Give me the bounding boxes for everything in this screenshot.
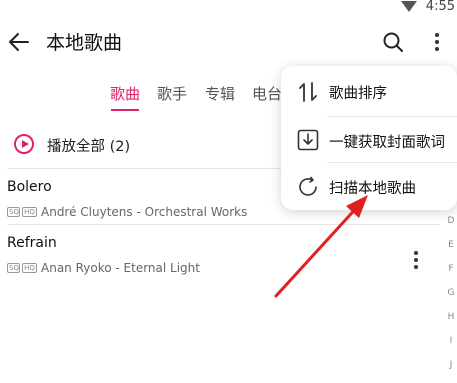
sq-badge: SQ [7, 206, 20, 217]
wifi-icon [401, 1, 417, 12]
download-icon [297, 129, 319, 151]
play-circle-icon [14, 134, 34, 154]
index-letter[interactable]: E [445, 240, 457, 250]
song-meta: SQ HQ André Cluytens - Orchestral Works [7, 201, 247, 219]
hq-badge: HQ [22, 206, 37, 217]
index-letter[interactable]: J [445, 360, 457, 370]
status-time: 4:55 [425, 0, 455, 14]
menu-item-label: 歌曲排序 [329, 86, 387, 102]
hq-badge: HQ [22, 262, 37, 273]
back-arrow-icon[interactable] [8, 31, 30, 53]
menu-item-label: 一键获取封面歌词 [329, 135, 445, 151]
menu-item-fetch-cover-lyrics[interactable]: 一键获取封面歌词 [281, 117, 457, 164]
menu-item-label: 扫描本地歌曲 [329, 181, 416, 197]
song-title: Bolero [7, 179, 52, 195]
status-bar: 4:55 [0, 0, 457, 18]
play-all-label: 播放全部 (2) [47, 139, 131, 155]
overflow-menu: 歌曲排序 一键获取封面歌词 扫描本地歌曲 [281, 66, 457, 210]
song-title: Refrain [7, 235, 57, 251]
menu-item-scan-local[interactable]: 扫描本地歌曲 [281, 163, 457, 210]
index-letter[interactable]: H [445, 312, 457, 322]
scan-icon [299, 176, 317, 196]
page-title: 本地歌曲 [46, 32, 123, 54]
tab-songs[interactable]: 歌曲 [110, 83, 140, 104]
song-artist: Anan Ryoko - Eternal Light [41, 260, 200, 275]
more-options-icon[interactable] [434, 32, 440, 52]
index-letter[interactable]: F [445, 264, 457, 274]
index-letter[interactable]: G [445, 288, 457, 298]
index-letter[interactable]: I [445, 336, 457, 346]
song-row[interactable]: Refrain SQ HQ Anan Ryoko - Eternal Light [0, 235, 440, 289]
tab-albums[interactable]: 专辑 [205, 83, 235, 104]
song-meta: SQ HQ Anan Ryoko - Eternal Light [7, 257, 200, 275]
play-all-button[interactable]: 播放全部 (2) [14, 133, 214, 159]
menu-item-sort[interactable]: 歌曲排序 [281, 68, 457, 115]
tab-artists[interactable]: 歌手 [157, 83, 187, 104]
index-letter[interactable]: D [445, 216, 457, 226]
active-tab-indicator [111, 109, 139, 111]
song-more-options-icon[interactable] [413, 250, 419, 270]
sq-badge: SQ [7, 262, 20, 273]
tab-radio[interactable]: 电台 [252, 83, 282, 104]
divider [7, 224, 440, 225]
song-artist: André Cluytens - Orchestral Works [41, 204, 248, 219]
search-icon[interactable] [382, 31, 404, 53]
sort-icon [299, 82, 317, 102]
